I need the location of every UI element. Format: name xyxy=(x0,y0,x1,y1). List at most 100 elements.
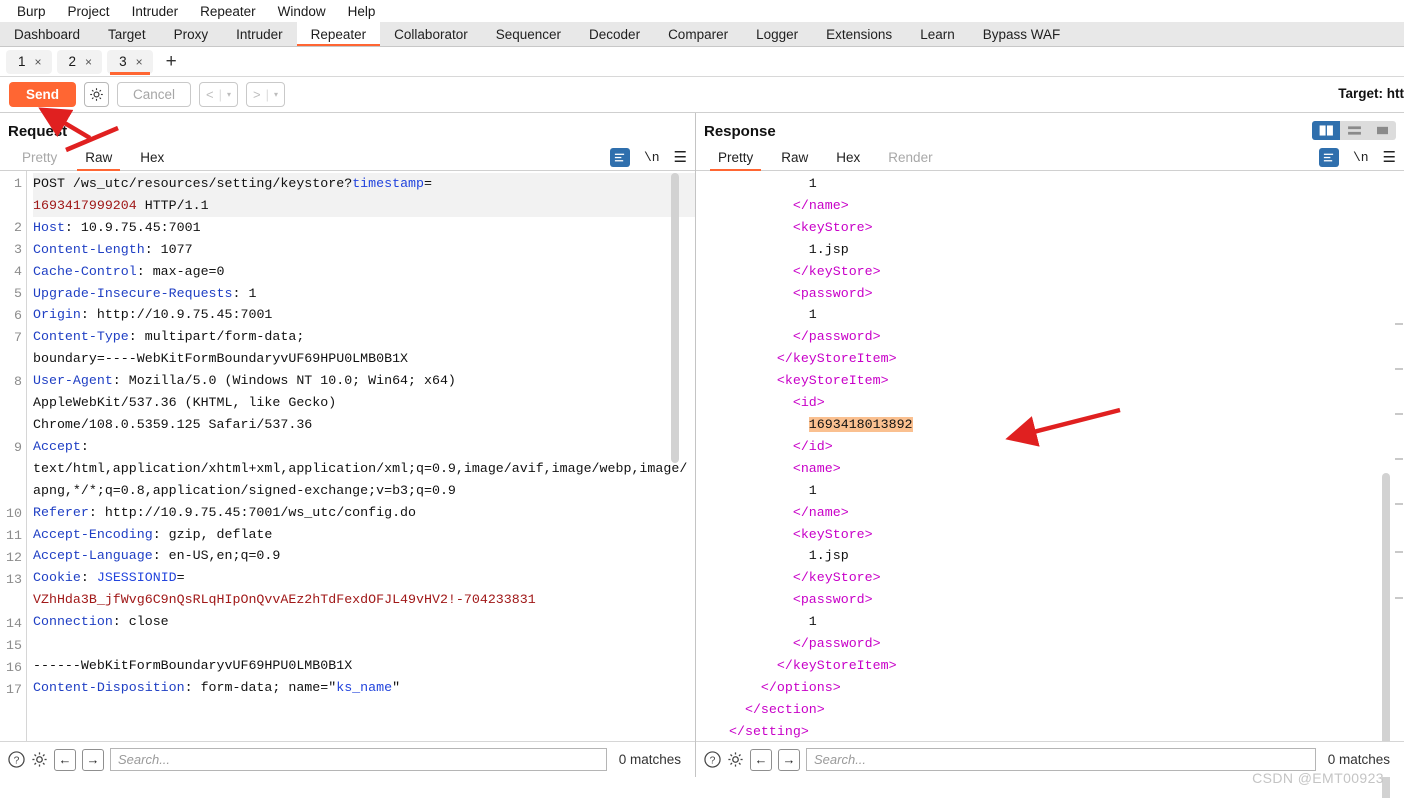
send-button[interactable]: Send xyxy=(9,82,77,107)
request-tab-hex[interactable]: Hex xyxy=(126,148,178,170)
response-content[interactable]: 1 </name> <keyStore> 1.jsp </keyStore> <… xyxy=(723,171,1404,741)
response-line: 1 xyxy=(729,480,1404,502)
nav-separator: | xyxy=(218,87,223,102)
close-icon[interactable]: × xyxy=(85,55,92,69)
request-title: Request xyxy=(8,123,68,140)
code-segment: name xyxy=(808,197,841,213)
request-line: Connection: close xyxy=(33,611,695,633)
request-tab-pretty[interactable]: Pretty xyxy=(8,148,71,170)
close-icon[interactable]: × xyxy=(136,55,143,69)
response-line: </options> xyxy=(729,677,1404,699)
next-request-button[interactable]: > | ▾ xyxy=(246,82,286,107)
search-prev-button[interactable]: ← xyxy=(750,748,772,771)
main-tab-bar: Dashboard Target Proxy Intruder Repeater Coll… xyxy=(0,22,1404,47)
response-tab-pretty[interactable]: Pretty xyxy=(704,148,767,171)
request-line: Accept: text/html,application/xhtml+xml,… xyxy=(33,436,695,502)
response-line: </setting> xyxy=(729,721,1404,741)
help-icon[interactable]: ? xyxy=(8,751,25,768)
tab-intruder[interactable]: Intruder xyxy=(222,22,297,46)
search-input[interactable] xyxy=(806,748,1316,771)
tab-extensions[interactable]: Extensions xyxy=(812,22,906,46)
add-tab-button[interactable]: + xyxy=(158,52,185,71)
response-tab-render[interactable]: Render xyxy=(874,148,946,170)
request-tab-raw[interactable]: Raw xyxy=(71,148,126,171)
request-scrollbar[interactable] xyxy=(669,173,681,739)
code-segment: </ xyxy=(792,197,809,213)
gear-icon[interactable] xyxy=(31,751,48,768)
code-segment: 1 xyxy=(808,307,817,323)
request-content[interactable]: POST /ws_utc/resources/setting/keystore?… xyxy=(27,171,695,741)
response-scrollbar[interactable] xyxy=(1380,173,1392,798)
response-editor[interactable]: 1 </name> <keyStore> 1.jsp </keyStore> <… xyxy=(696,171,1404,741)
gear-icon[interactable] xyxy=(727,751,744,768)
newline-icon[interactable]: \n xyxy=(1353,150,1369,165)
help-icon[interactable]: ? xyxy=(704,751,721,768)
tab-collaborator[interactable]: Collaborator xyxy=(380,22,482,46)
tab-learn[interactable]: Learn xyxy=(906,22,969,46)
menu-item-window[interactable]: Window xyxy=(267,2,337,21)
split-vertical-icon[interactable] xyxy=(1312,121,1340,140)
code-segment: = xyxy=(176,570,185,586)
code-segment: ks_name xyxy=(336,679,393,695)
search-next-button[interactable]: → xyxy=(82,748,104,771)
newline-icon[interactable]: \n xyxy=(644,150,660,165)
tab-sequencer[interactable]: Sequencer xyxy=(482,22,575,46)
response-line: <id> xyxy=(729,392,1404,414)
request-editor[interactable]: 1 2 3 4 5 6 7 8 9 10 11 12 13 14 15 16 17 POST /ws_utc/r… xyxy=(0,171,695,741)
code-segment: </section> xyxy=(744,701,825,717)
code-segment: <keyStore> xyxy=(792,219,873,235)
cancel-button[interactable]: Cancel xyxy=(117,82,192,107)
menu-icon[interactable]: ☰ xyxy=(674,150,687,165)
response-line: </keyStore> xyxy=(729,261,1404,283)
line-number: 4 xyxy=(14,264,22,279)
search-prev-button[interactable]: ← xyxy=(54,748,76,771)
tab-decoder[interactable]: Decoder xyxy=(575,22,654,46)
search-next-button[interactable]: → xyxy=(778,748,800,771)
request-line: Host: 10.9.75.45:7001 xyxy=(33,217,695,239)
request-line-numbers: 1 2 3 4 5 6 7 8 9 10 11 12 13 14 15 16 17 xyxy=(0,171,27,741)
menu-item-help[interactable]: Help xyxy=(337,2,387,21)
repeater-tab-2[interactable]: 2 × xyxy=(56,49,103,74)
single-pane-icon[interactable] xyxy=(1368,121,1396,140)
repeater-tab-3[interactable]: 3 × xyxy=(107,49,153,75)
tab-dashboard[interactable]: Dashboard xyxy=(0,22,94,46)
code-segment: Accept xyxy=(33,438,81,454)
repeater-tab-1[interactable]: 1 × xyxy=(6,49,52,74)
menu-item-burp[interactable]: Burp xyxy=(6,2,57,21)
menu-icon[interactable]: ☰ xyxy=(1383,150,1396,165)
close-icon[interactable]: × xyxy=(35,55,42,69)
tab-target[interactable]: Target xyxy=(94,22,160,46)
tab-comparer[interactable]: Comparer xyxy=(654,22,742,46)
layout-toggle-group xyxy=(1312,121,1396,140)
response-line: </keyStoreItem> xyxy=(729,348,1404,370)
code-segment: ------WebKitFormBoundaryvUF69HPU0LMB0B1X xyxy=(33,657,353,673)
previous-request-button[interactable]: < | ▾ xyxy=(199,82,239,107)
code-segment: Accept-Language xyxy=(33,548,153,564)
watermark: CSDN @EMT00923 xyxy=(1252,770,1384,786)
menu-item-project[interactable]: Project xyxy=(57,2,121,21)
split-horizontal-icon[interactable] xyxy=(1340,121,1368,140)
response-tab-hex[interactable]: Hex xyxy=(822,148,874,170)
tab-repeater[interactable]: Repeater xyxy=(296,22,381,46)
send-settings-button[interactable] xyxy=(84,82,110,107)
tab-proxy[interactable]: Proxy xyxy=(160,22,223,46)
format-icon[interactable] xyxy=(609,148,630,167)
response-tab-raw[interactable]: Raw xyxy=(767,148,822,170)
response-line: <name> xyxy=(729,458,1404,480)
menu-item-intruder[interactable]: Intruder xyxy=(121,2,190,21)
code-segment: <id> xyxy=(792,395,825,411)
response-line: 1.jsp xyxy=(729,545,1404,567)
code-segment: Cookie xyxy=(33,570,81,586)
tab-bypass-waf[interactable]: Bypass WAF xyxy=(969,22,1075,46)
search-input[interactable] xyxy=(110,748,607,771)
tab-logger[interactable]: Logger xyxy=(742,22,812,46)
menu-item-repeater[interactable]: Repeater xyxy=(189,2,267,21)
format-icon[interactable] xyxy=(1318,148,1339,167)
